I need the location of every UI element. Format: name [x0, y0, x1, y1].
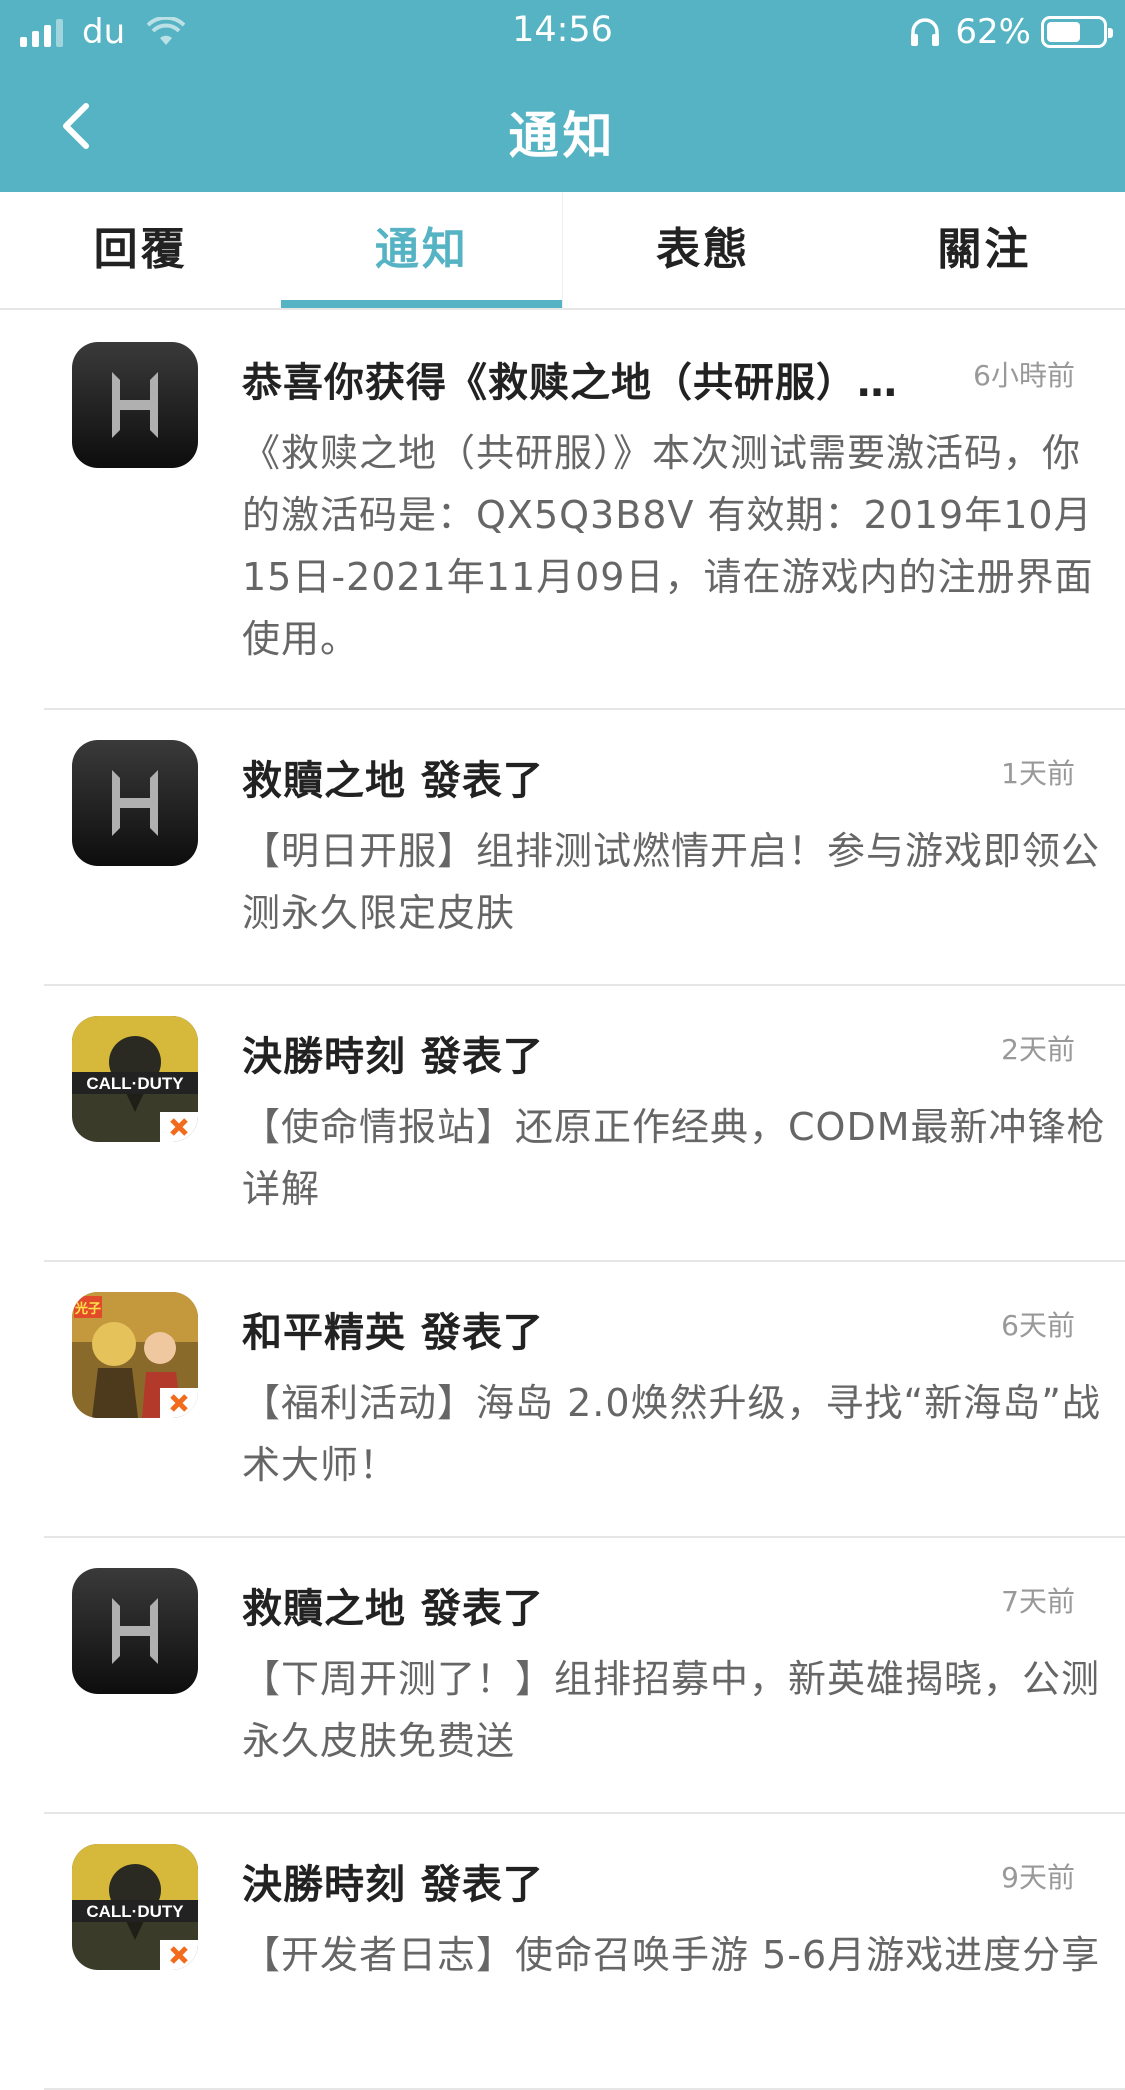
notification-item[interactable]: 恭喜你获得《救赎之地（共研服）… 6小時前 《救赎之地（共研服）》本次测试需要激…: [44, 312, 1125, 710]
notification-title: 救贖之地 發表了: [242, 758, 544, 804]
svg-text:CALL·DUTY: CALL·DUTY: [86, 1902, 184, 1921]
hideout-app-icon[interactable]: [72, 1568, 198, 1694]
notification-title: 決勝時刻 發表了: [242, 1034, 544, 1080]
hideout-app-icon[interactable]: [72, 342, 198, 468]
notification-item[interactable]: 救贖之地 發表了 1天前 【明日开服】组排测试燃情开启！参与游戏即领公测永久限定…: [44, 710, 1125, 986]
svg-text:光子: 光子: [74, 1301, 101, 1317]
notification-time: 2天前: [1001, 1033, 1075, 1066]
notification-time: 1天前: [1001, 757, 1075, 790]
notification-title: 決勝時刻 發表了: [242, 1862, 544, 1908]
notification-body: 《救赎之地（共研服）》本次测试需要激活码，你的激活码是：QX5Q3B8V 有效期…: [242, 431, 1094, 661]
tab-reactions[interactable]: 表態: [563, 192, 844, 308]
notification-list: 恭喜你获得《救赎之地（共研服）… 6小時前 《救赎之地（共研服）》本次测试需要激…: [0, 312, 1125, 2090]
call-of-duty-app-icon[interactable]: CALL·DUTY: [72, 1844, 198, 1970]
notification-time: 7天前: [1001, 1585, 1075, 1618]
tab-following[interactable]: 關注: [844, 192, 1125, 308]
tab-replies[interactable]: 回覆: [0, 192, 281, 308]
notification-item[interactable]: 救贖之地 發表了 7天前 【下周开测了！】组排招募中，新英雄揭晓，公测永久皮肤免…: [44, 1538, 1125, 1814]
call-of-duty-app-icon[interactable]: CALL·DUTY: [72, 1016, 198, 1142]
headphones-icon: [911, 18, 940, 46]
notification-body: 【明日开服】组排测试燃情开启！参与游戏即领公测永久限定皮肤: [242, 829, 1101, 935]
page-title: 通知: [508, 107, 617, 165]
status-right: 62%: [909, 12, 1113, 52]
battery-level: [1047, 22, 1081, 42]
notification-body: 【使命情报站】还原正作经典，CODM最新冲锋枪详解: [242, 1105, 1106, 1211]
notification-item[interactable]: CALL·DUTY 決勝時刻 發表了 9天前 【开发者日志】使命召唤手游 5-6…: [44, 1814, 1125, 2090]
tab-divider: [562, 192, 563, 310]
notification-time: 6小時前: [973, 359, 1075, 392]
svg-text:CALL·DUTY: CALL·DUTY: [86, 1074, 184, 1093]
peacekeeper-elite-app-icon[interactable]: 光子: [72, 1292, 198, 1418]
battery-icon: [1041, 16, 1113, 48]
notification-title: 恭喜你获得《救赎之地（共研服）…: [242, 360, 898, 406]
notification-item[interactable]: 光子 和平精英 發表了 6天前 【福利活动】海岛 2.0焕然升级，寻找“新海岛”…: [44, 1262, 1125, 1538]
notification-item[interactable]: CALL·DUTY 決勝時刻 發表了 2天前 【使命情报站】还原正作经典，COD…: [44, 986, 1125, 1262]
tab-bar: 回覆 通知 表態 關注: [0, 192, 1125, 310]
header-bar: du 14:56 62% 通知: [0, 0, 1125, 192]
status-bar: du 14:56 62%: [0, 0, 1125, 62]
notification-body: 【开发者日志】使命召唤手游 5-6月游戏进度分享: [242, 1933, 1101, 1977]
notification-time: 6天前: [1001, 1309, 1075, 1342]
notification-time: 9天前: [1001, 1861, 1075, 1894]
hideout-app-icon[interactable]: [72, 740, 198, 866]
battery-percentage: 62%: [955, 12, 1031, 52]
notification-body: 【下周开测了！】组排招募中，新英雄揭晓，公测永久皮肤免费送: [242, 1657, 1101, 1763]
notification-title: 救贖之地 發表了: [242, 1586, 544, 1632]
notification-title: 和平精英 發表了: [242, 1310, 544, 1356]
notification-body: 【福利活动】海岛 2.0焕然升级，寻找“新海岛”战术大师！: [242, 1381, 1101, 1487]
tab-notifications[interactable]: 通知: [281, 192, 563, 308]
